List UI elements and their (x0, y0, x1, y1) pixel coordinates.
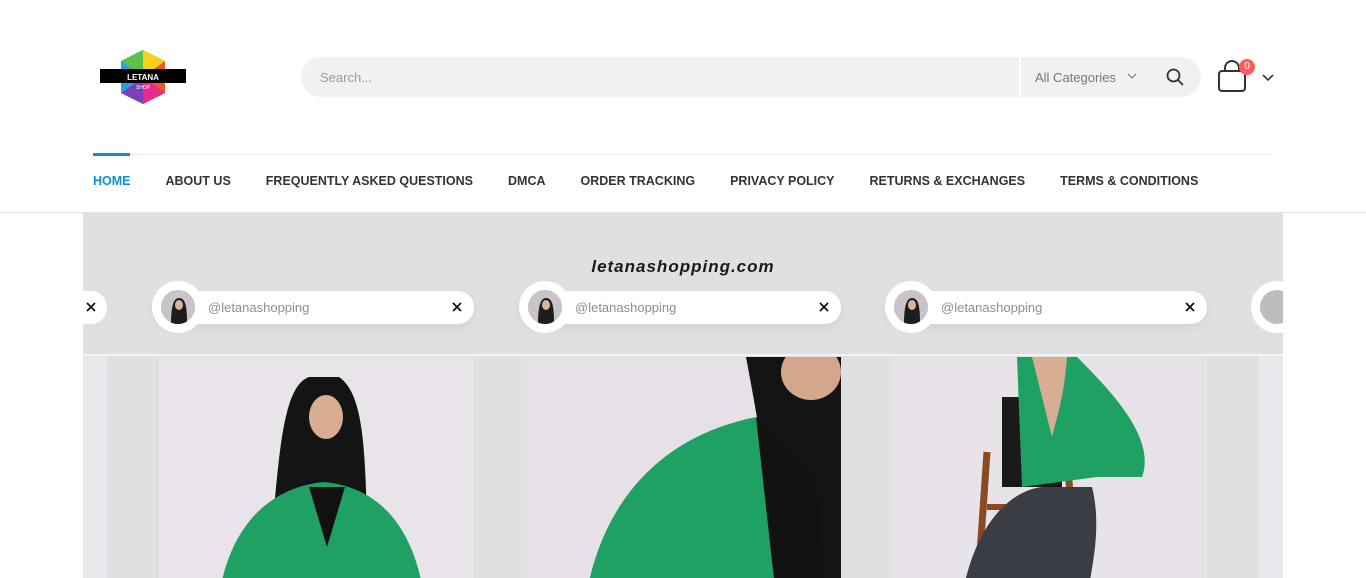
cart-count-badge: 0 (1239, 59, 1255, 75)
card-photo (892, 357, 1207, 578)
logo-text: LETANA (127, 73, 159, 82)
close-icon[interactable] (1183, 300, 1197, 314)
hero-title: letanashopping.com (591, 257, 775, 276)
nav-item-returns-exchanges[interactable]: RETURNS & EXCHANGES (870, 174, 1026, 192)
card-handle: @letanashopping (941, 300, 1043, 315)
avatar (519, 281, 571, 333)
card-photo (159, 357, 474, 578)
card-handle: @letanashopping (575, 300, 677, 315)
nav-item-about-us[interactable]: ABOUT US (166, 174, 231, 192)
avatar (1251, 281, 1283, 333)
search-icon (1166, 68, 1184, 86)
logo-subtext: SHOP (136, 85, 151, 91)
nav-item-home[interactable]: HOME (93, 174, 131, 192)
nav-divider (93, 154, 1273, 155)
hero-banner: letanashopping.com @letanashopping @leta… (83, 213, 1283, 578)
chevron-down-icon[interactable] (1262, 72, 1274, 82)
hero-divider (83, 354, 1283, 356)
feed-card[interactable]: @letanashopping (885, 281, 1207, 578)
main-nav: HOME ABOUT US FREQUENTLY ASKED QUESTIONS… (93, 174, 1233, 192)
chevron-down-icon (1127, 73, 1137, 79)
nav-item-terms-conditions[interactable]: TERMS & CONDITIONS (1060, 174, 1198, 192)
partial-card-photo (83, 356, 107, 578)
search-button[interactable] (1148, 57, 1201, 97)
close-icon[interactable] (85, 301, 97, 313)
nav-active-indicator (93, 153, 130, 156)
nav-item-order-tracking[interactable]: ORDER TRACKING (581, 174, 696, 192)
search-input[interactable] (301, 57, 1019, 97)
nav-item-faq[interactable]: FREQUENTLY ASKED QUESTIONS (266, 174, 473, 192)
close-icon[interactable] (450, 300, 464, 314)
close-icon[interactable] (817, 300, 831, 314)
avatar (152, 281, 204, 333)
nav-item-dmca[interactable]: DMCA (508, 174, 546, 192)
nav-item-privacy-policy[interactable]: PRIVACY POLICY (730, 174, 834, 192)
partial-card-photo (1258, 356, 1283, 578)
site-logo[interactable]: LETANA SHOP (99, 49, 187, 105)
feed-card[interactable]: @letanashopping (519, 281, 841, 578)
category-select-label: All Categories (1035, 69, 1116, 85)
feed-card[interactable]: @letanashopping (152, 281, 474, 578)
card-photo (526, 357, 841, 578)
card-handle: @letanashopping (208, 300, 310, 315)
avatar (885, 281, 937, 333)
search-bar: All Categories (301, 57, 1201, 97)
